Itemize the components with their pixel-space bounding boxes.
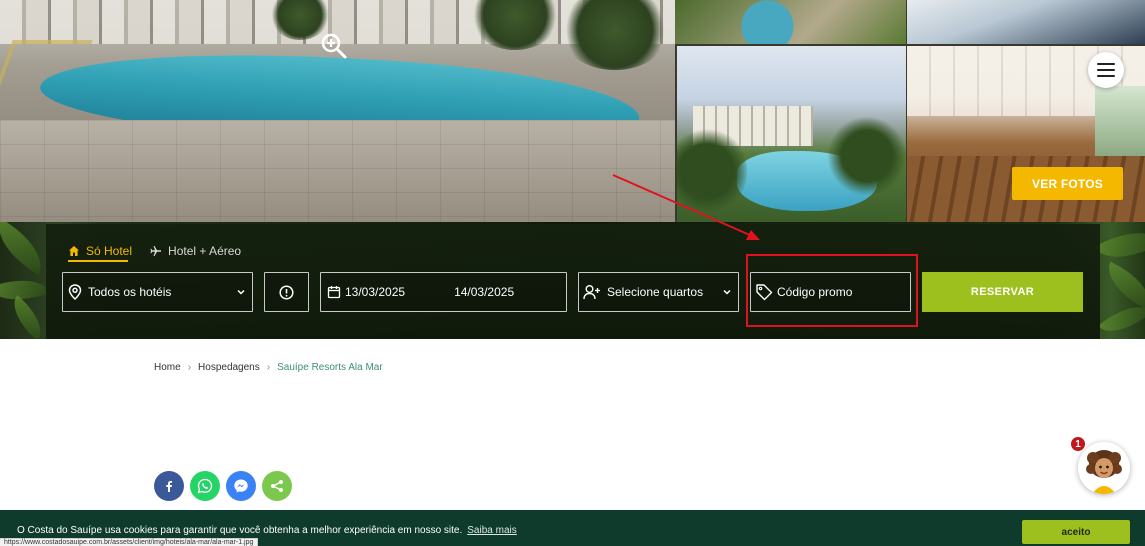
messenger-icon <box>234 479 248 493</box>
notification-badge: 1 <box>1070 436 1086 452</box>
thumbnail-photo-interior[interactable] <box>907 0 1145 44</box>
active-tab-indicator <box>68 260 128 262</box>
info-button[interactable] <box>264 272 309 312</box>
main-photo-pool[interactable] <box>0 0 675 222</box>
chevron-down-icon <box>723 289 731 295</box>
thumbnail-photo-resort[interactable] <box>677 46 906 222</box>
photo-pool-deck <box>0 120 675 222</box>
view-photos-button[interactable]: VER FOTOS <box>1012 167 1123 200</box>
menu-icon <box>1097 63 1115 65</box>
rooms-select-value: Selecione quartos <box>607 285 704 299</box>
chevron-right-icon: › <box>266 362 271 373</box>
tab-hotel-flight[interactable]: Hotel + Aéreo <box>150 244 241 258</box>
cookie-message: O Costa do Sauípe usa cookies para garan… <box>17 525 517 536</box>
cookie-text: O Costa do Sauípe usa cookies para garan… <box>17 525 463 536</box>
photo-palm <box>560 0 670 70</box>
breadcrumb-hospedagens[interactable]: Hospedagens <box>198 362 260 373</box>
share-buttons <box>154 471 292 501</box>
annotation-highlight-box <box>746 254 918 327</box>
hamburger-menu-button[interactable] <box>1088 52 1124 88</box>
photo-palm <box>827 116 906 196</box>
info-icon <box>279 284 294 300</box>
menu-icon <box>1097 75 1115 77</box>
breadcrumb-home[interactable]: Home <box>154 362 181 373</box>
generic-share-button[interactable] <box>262 471 292 501</box>
hotel-select-value: Todos os hotéis <box>88 285 172 299</box>
whatsapp-share-button[interactable] <box>190 471 220 501</box>
cookie-accept-button[interactable]: aceito <box>1022 520 1130 544</box>
chat-assistant-button[interactable] <box>1078 442 1130 494</box>
page: VER FOTOS Só Hotel Hotel + Aéreo Todos o… <box>0 0 1145 546</box>
add-user-icon <box>583 285 600 300</box>
breadcrumb: Home › Hospedagens › Sauípe Resorts Ala … <box>154 362 383 373</box>
breadcrumb-current: Sauípe Resorts Ala Mar <box>277 362 383 373</box>
facebook-icon <box>166 481 173 492</box>
share-icon <box>271 480 283 492</box>
assistant-avatar <box>1078 442 1130 494</box>
home-icon <box>69 246 79 256</box>
chevron-down-icon <box>237 289 245 295</box>
zoom-in-icon[interactable] <box>320 32 348 60</box>
browser-status-url: https://www.costadosauipe.com.br/assets/… <box>0 538 259 546</box>
checkout-date[interactable]: 14/03/2025 <box>454 285 514 299</box>
tab-label: Só Hotel <box>86 244 133 258</box>
photo-gallery: VER FOTOS <box>0 0 1145 222</box>
booking-band: Só Hotel Hotel + Aéreo Todos os hotéis 1… <box>0 222 1145 339</box>
decorative-leaf <box>1094 222 1145 273</box>
chevron-right-icon: › <box>187 362 192 373</box>
location-pin-icon <box>68 284 82 300</box>
date-range-field[interactable]: 13/03/2025 14/03/2025 <box>320 272 567 312</box>
tab-hotel-only[interactable]: Só Hotel <box>68 244 132 258</box>
whatsapp-icon <box>197 478 213 494</box>
booking-widget: Só Hotel Hotel + Aéreo Todos os hotéis 1… <box>46 224 1100 339</box>
checkin-date[interactable]: 13/03/2025 <box>345 285 405 299</box>
calendar-icon <box>327 286 341 299</box>
thumbnail-photo-aerial[interactable] <box>675 0 906 44</box>
rooms-select[interactable]: Selecione quartos <box>578 272 739 312</box>
facebook-share-button[interactable] <box>154 471 184 501</box>
decorative-leaf <box>3 295 52 339</box>
airplane-icon <box>150 246 162 256</box>
decorative-leaf <box>1098 261 1145 311</box>
menu-icon <box>1097 69 1115 71</box>
reserve-button[interactable]: RESERVAR <box>922 272 1083 312</box>
booking-tabs: Só Hotel Hotel + Aéreo <box>68 241 241 261</box>
messenger-share-button[interactable] <box>226 471 256 501</box>
cookie-learn-more-link[interactable]: Saiba mais <box>467 525 516 536</box>
hotel-select[interactable]: Todos os hotéis <box>62 272 253 312</box>
tab-label: Hotel + Aéreo <box>168 244 242 258</box>
